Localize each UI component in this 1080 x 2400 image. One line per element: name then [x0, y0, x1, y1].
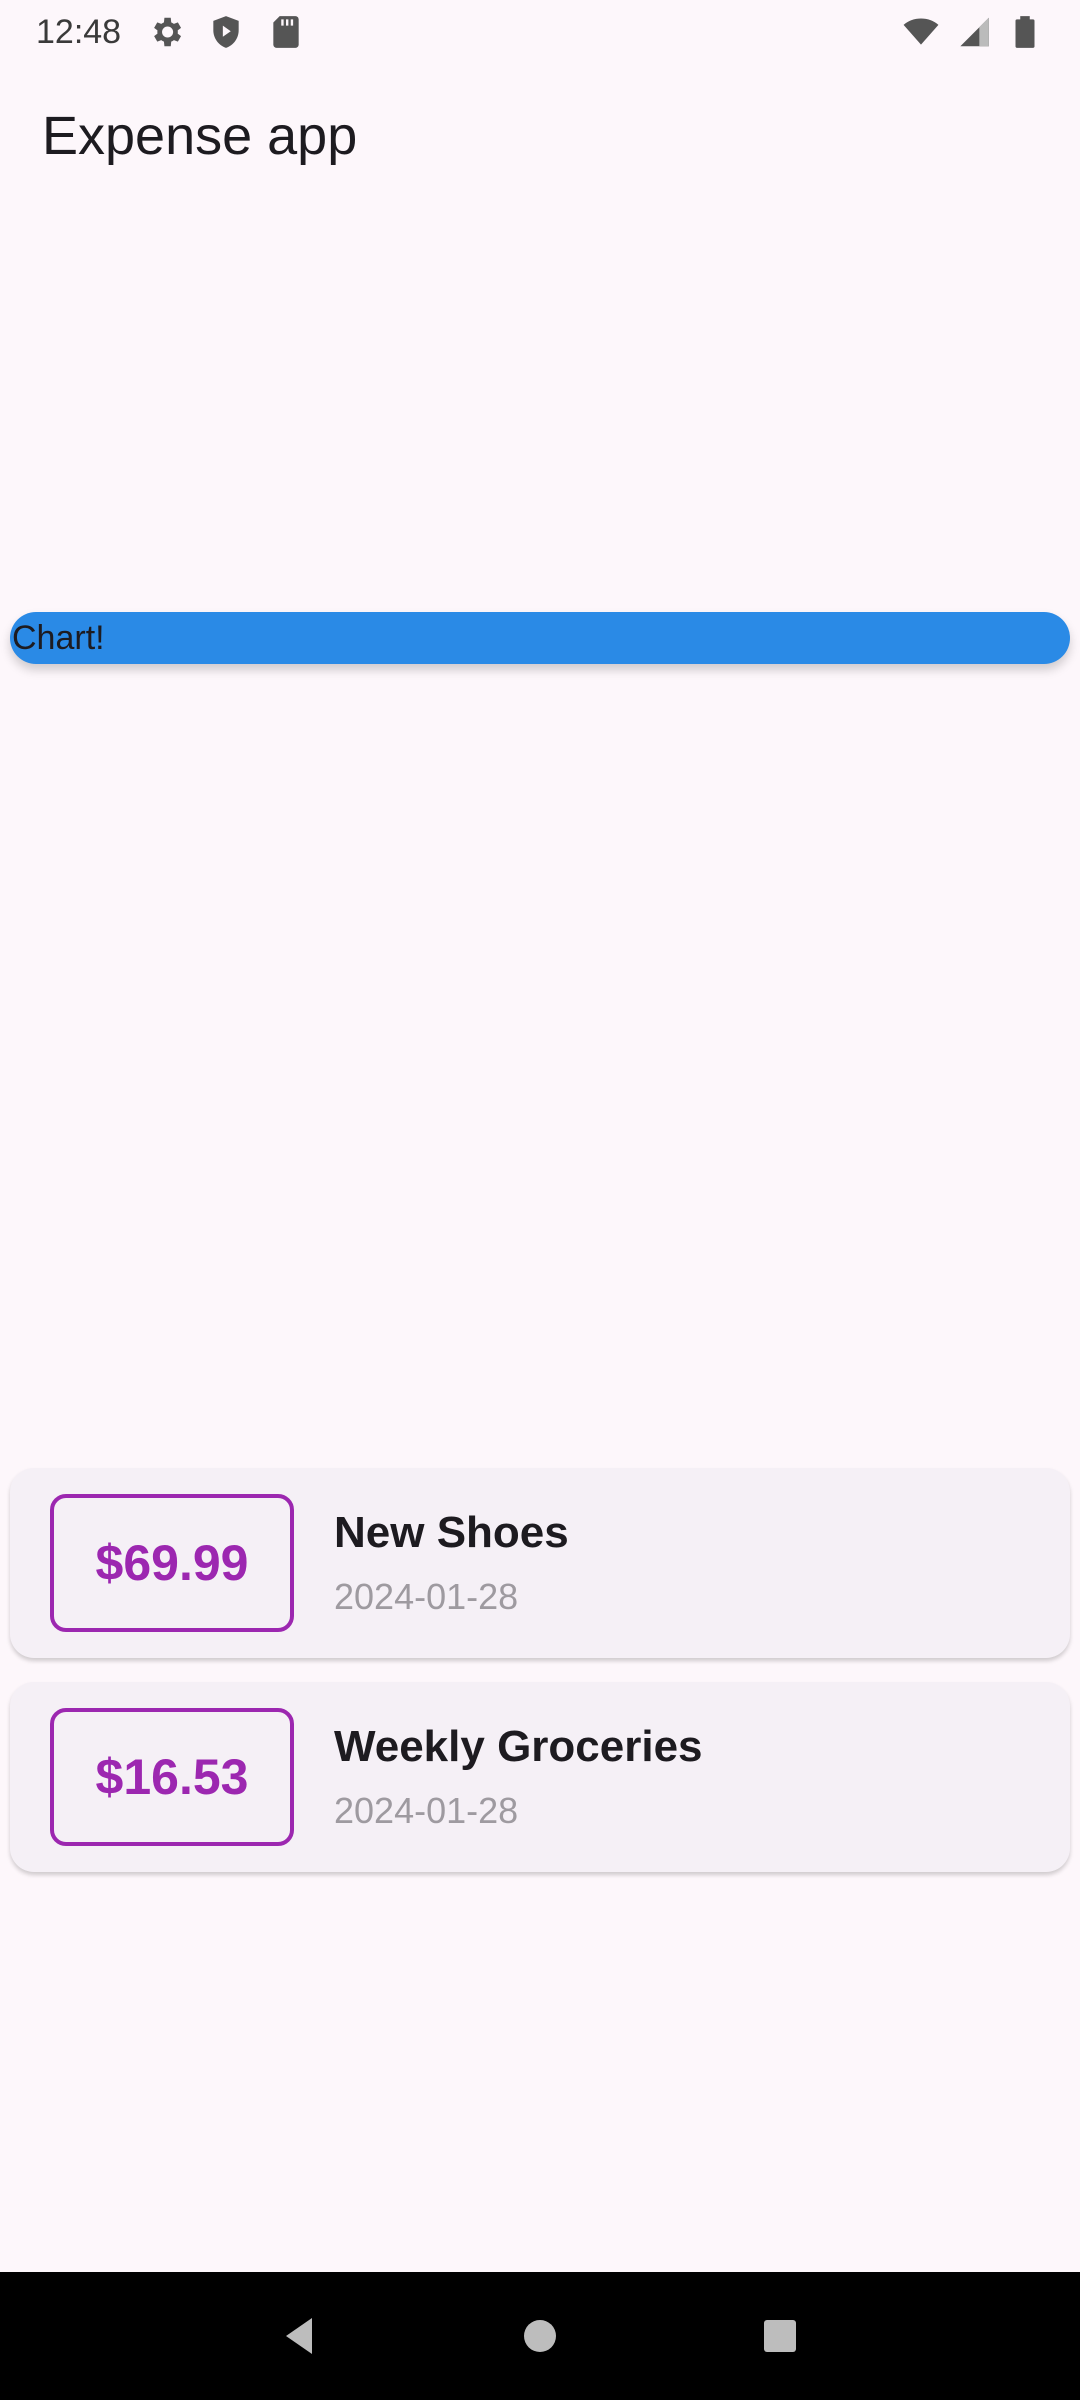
sd-card-icon: [267, 13, 305, 51]
battery-icon: [1006, 13, 1044, 51]
expense-info: Weekly Groceries 2024-01-28: [334, 1722, 703, 1832]
expense-card[interactable]: $69.99 New Shoes 2024-01-28: [10, 1468, 1070, 1658]
app-bar: Expense app: [42, 96, 357, 176]
navigation-bar: [0, 2272, 1080, 2400]
app-title: Expense app: [42, 106, 358, 166]
amount-box: $69.99: [50, 1494, 294, 1632]
chart-bar: Chart!: [10, 612, 1070, 664]
recents-icon[interactable]: [750, 2306, 810, 2366]
cell-signal-icon: [954, 13, 992, 51]
expense-date: 2024-01-28: [334, 1790, 519, 1831]
expense-title: Weekly Groceries: [334, 1722, 703, 1771]
chart-label: Chart!: [12, 618, 105, 657]
shield-play-icon: [207, 13, 245, 51]
expense-title: New Shoes: [334, 1508, 569, 1557]
expense-list: $69.99 New Shoes 2024-01-28 $16.53 Weekl…: [10, 1468, 1070, 1896]
expense-info: New Shoes 2024-01-28: [334, 1508, 569, 1618]
back-icon[interactable]: [270, 2306, 330, 2366]
status-icons-left: [147, 13, 305, 51]
amount-box: $16.53: [50, 1708, 294, 1846]
status-icons-right: [902, 13, 1044, 51]
screen: 12:48 Expense app Chart! $69.99 New Shoe…: [0, 0, 1080, 2400]
expense-date: 2024-01-28: [334, 1576, 519, 1617]
status-time: 12:48: [36, 12, 122, 51]
expense-amount: $16.53: [95, 1749, 249, 1805]
expense-amount: $69.99: [95, 1535, 249, 1591]
status-bar: 12:48: [0, 0, 1080, 64]
home-icon[interactable]: [510, 2306, 570, 2366]
gear-icon: [147, 13, 185, 51]
wifi-icon: [902, 13, 940, 51]
expense-card[interactable]: $16.53 Weekly Groceries 2024-01-28: [10, 1682, 1070, 1872]
